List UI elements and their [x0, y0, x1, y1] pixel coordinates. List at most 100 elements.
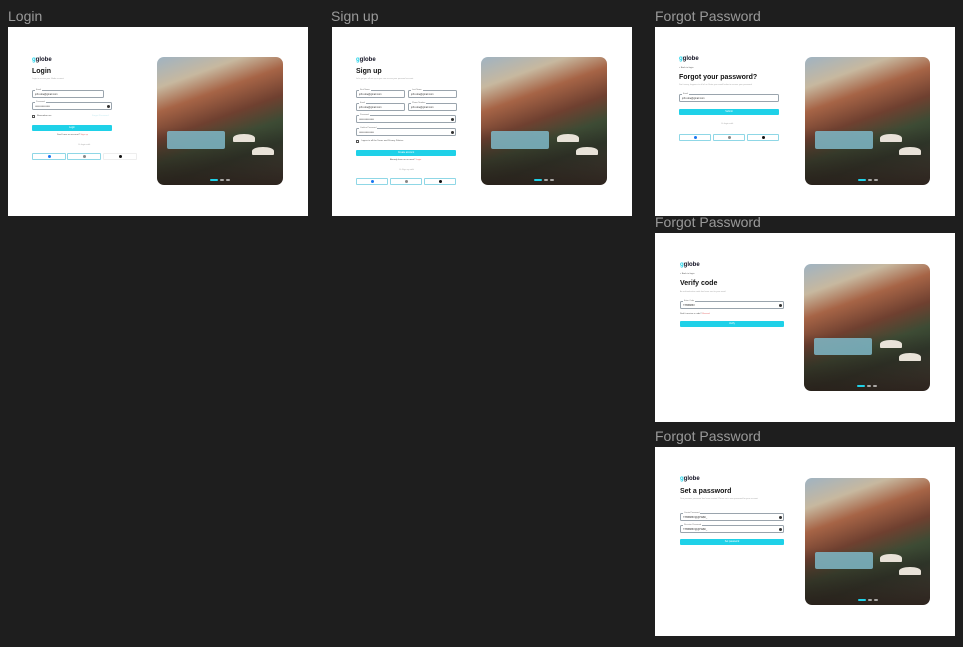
remember-checkbox[interactable]	[32, 115, 35, 118]
page-title: Forgot your password?	[679, 74, 758, 81]
google-button[interactable]	[713, 134, 745, 141]
logo: gglobe	[356, 57, 376, 63]
page-title: Login	[32, 68, 52, 75]
logo-text: globe	[683, 262, 700, 268]
hotel-image	[804, 264, 930, 391]
eye-icon[interactable]	[779, 303, 782, 307]
hotel-image	[481, 57, 607, 185]
resend-link[interactable]: Resend	[702, 313, 710, 315]
confirm-password-label: Confirm Password	[359, 127, 378, 129]
pool-shape	[491, 131, 550, 150]
carousel-dot[interactable]	[210, 179, 218, 181]
email-field[interactable]: Email john.doe@gmail.com	[32, 89, 104, 98]
login-link[interactable]: Login	[416, 159, 421, 161]
email-field[interactable]: Email john.doe@gmail.com	[356, 102, 405, 111]
carousel-dot[interactable]	[873, 179, 878, 181]
password-value: ••••••••••••••••••	[35, 105, 51, 108]
carousel-dot[interactable]	[867, 179, 872, 181]
logo: gglobe	[679, 56, 699, 62]
first-name-field[interactable]: First Name john.doe@gmail.com	[356, 89, 405, 98]
or-login-with: Or login with	[721, 123, 734, 125]
create-password-value: 7789BM6X@@H&$K_	[683, 516, 708, 519]
frame-label-verify: Forgot Password	[655, 214, 761, 230]
carousel-dots[interactable]	[210, 179, 230, 181]
back-to-login-link[interactable]: < Back to login	[680, 273, 694, 275]
eye-icon[interactable]	[107, 104, 110, 108]
hotel-image	[157, 57, 283, 185]
create-account-button[interactable]: Create account	[356, 150, 456, 156]
umbrella-shape	[251, 146, 274, 155]
carousel-dots[interactable]	[857, 179, 878, 181]
facebook-button[interactable]	[356, 178, 388, 185]
carousel-dot[interactable]	[867, 599, 872, 601]
google-button[interactable]	[67, 153, 101, 160]
google-icon	[404, 180, 408, 183]
phone-field[interactable]: Phone Number john.doe@gmail.com	[408, 102, 457, 111]
carousel-dot[interactable]	[550, 179, 554, 181]
forgot-password-link[interactable]: Forgot Password	[92, 115, 109, 117]
umbrella-shape	[898, 146, 921, 155]
password-field[interactable]: Password ••••••••••••••••••	[356, 114, 456, 123]
resend-prompt: Didn't receive a code?	[680, 313, 702, 315]
umbrella-shape	[575, 146, 598, 155]
apple-button[interactable]	[424, 178, 456, 185]
umbrella-shape	[879, 340, 902, 349]
carousel-dot[interactable]	[857, 599, 866, 601]
email-field[interactable]: Email john.doe@gmail.com	[679, 93, 779, 102]
last-name-value: john.doe@gmail.com	[411, 93, 434, 96]
umbrella-shape	[556, 133, 579, 142]
signup-link[interactable]: Sign up	[81, 134, 88, 136]
carousel-dots[interactable]	[857, 599, 878, 601]
carousel-dot[interactable]	[857, 179, 866, 181]
carousel-dot[interactable]	[226, 179, 230, 181]
logo: gglobe	[32, 57, 52, 63]
set-password-button[interactable]: Set password	[680, 539, 784, 545]
carousel-dot[interactable]	[534, 179, 542, 181]
confirm-password-field[interactable]: Confirm Password ••••••••••••••••••	[356, 127, 456, 136]
carousel-dots[interactable]	[534, 179, 554, 181]
no-account-text: Don't have an account? Sign up	[57, 134, 88, 136]
logo: gglobe	[680, 262, 700, 268]
submit-button[interactable]: Submit	[679, 109, 779, 115]
carousel-dot[interactable]	[873, 599, 878, 601]
eye-icon[interactable]	[451, 117, 454, 121]
login-button[interactable]: Login	[32, 125, 112, 131]
agree-checkbox[interactable]	[356, 140, 359, 143]
pool-shape	[167, 131, 226, 150]
page-title: Sign up	[356, 68, 382, 75]
carousel-dots[interactable]	[857, 385, 877, 387]
logo-text: globe	[359, 57, 376, 63]
google-button[interactable]	[390, 178, 422, 185]
back-to-login-link[interactable]: < Back to login	[679, 67, 693, 69]
code-field[interactable]: Enter Code 7789BM6X	[680, 300, 784, 309]
password-label: Password	[35, 101, 46, 103]
carousel-dot[interactable]	[867, 385, 871, 387]
password-field[interactable]: Password ••••••••••••••••••	[32, 101, 112, 110]
email-value: john.doe@gmail.com	[682, 97, 705, 100]
verify-button[interactable]: Verify	[680, 321, 784, 327]
eye-icon[interactable]	[451, 130, 454, 134]
eye-icon[interactable]	[779, 527, 782, 531]
facebook-icon	[370, 180, 374, 183]
apple-button[interactable]	[747, 134, 779, 141]
code-value: 7789BM6X	[683, 304, 695, 307]
reenter-password-field[interactable]: Re-enter Password 7789BM6X@@H&$K_	[680, 524, 784, 533]
apple-button[interactable]	[103, 153, 137, 160]
eye-icon[interactable]	[779, 515, 782, 519]
or-signup-with: Or Sign up with	[399, 169, 414, 171]
frame-label-signup: Sign up	[331, 8, 379, 24]
first-name-value: john.doe@gmail.com	[359, 93, 382, 96]
last-name-field[interactable]: Last Name john.doe@gmail.com	[408, 89, 457, 98]
carousel-dot[interactable]	[873, 385, 877, 387]
confirm-password-value: ••••••••••••••••••	[359, 131, 375, 134]
pool-shape	[814, 337, 873, 356]
create-password-field[interactable]: Create Password 7789BM6X@@H&$K_	[680, 512, 784, 521]
or-login-with: Or login with	[78, 144, 91, 146]
carousel-dot[interactable]	[857, 385, 865, 387]
carousel-dot[interactable]	[544, 179, 548, 181]
page-title: Set a password	[680, 488, 732, 495]
carousel-dot[interactable]	[220, 179, 224, 181]
facebook-button[interactable]	[32, 153, 66, 160]
facebook-button[interactable]	[679, 134, 711, 141]
email-value: john.doe@gmail.com	[359, 106, 382, 109]
